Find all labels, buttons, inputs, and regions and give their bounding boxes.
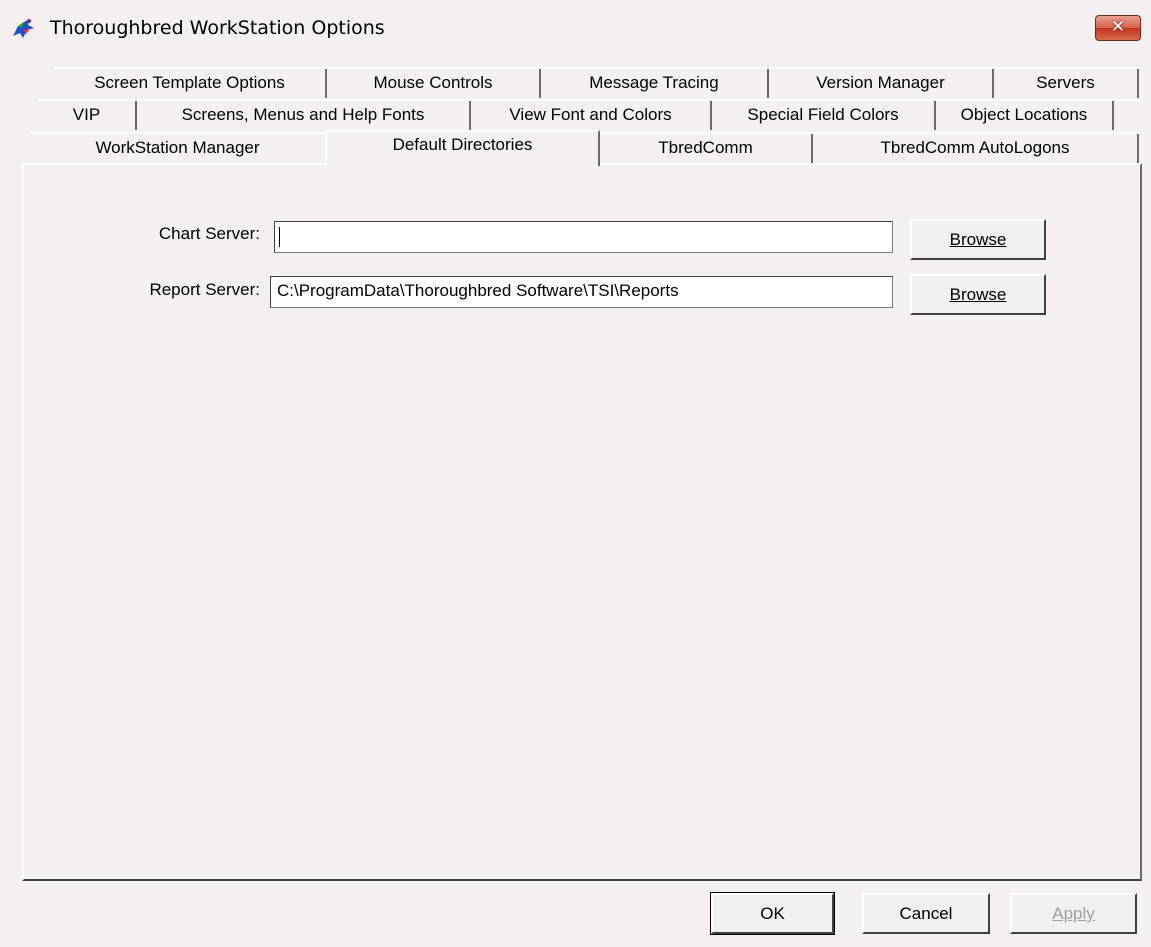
tab-special-field-colors[interactable]: Special Field Colors — [712, 100, 936, 130]
tab-label: TbredComm AutoLogons — [880, 138, 1070, 157]
browse-label: Browse — [949, 285, 1007, 304]
tab-servers[interactable]: Servers — [994, 68, 1139, 98]
tab-label: Screens, Menus and Help Fonts — [181, 105, 425, 124]
tab-message-tracing[interactable]: Message Tracing — [541, 68, 769, 98]
text-caret — [279, 226, 280, 247]
browse-label: Browse — [949, 230, 1007, 249]
cancel-button[interactable]: Cancel — [862, 893, 990, 934]
close-icon: ✕ — [1110, 17, 1126, 37]
chart-server-label: Chart Server: — [158, 224, 260, 243]
default-directories-panel — [22, 163, 1142, 881]
tab-label: Default Directories — [392, 135, 533, 154]
tab-label: Servers — [1036, 73, 1095, 92]
apply-button[interactable]: Apply — [1010, 893, 1137, 934]
tab-label: VIP — [72, 105, 101, 124]
tab-screens-menus-help-fonts[interactable]: Screens, Menus and Help Fonts — [137, 100, 471, 130]
tab-label: WorkStation Manager — [95, 138, 260, 157]
tab-screen-template-options[interactable]: Screen Template Options — [54, 68, 327, 98]
thoroughbred-app-icon — [13, 19, 34, 38]
tab-version-manager[interactable]: Version Manager — [769, 68, 994, 98]
cancel-label: Cancel — [899, 904, 953, 923]
tab-tbredcomm-autologons[interactable]: TbredComm AutoLogons — [813, 133, 1139, 163]
tab-workstation-manager[interactable]: WorkStation Manager — [30, 133, 327, 163]
options-dialog: Thoroughbred WorkStation Options ✕ Scree… — [0, 0, 1151, 947]
report-server-value: C:\ProgramData\Thoroughbred Software\TSI… — [277, 281, 679, 300]
tab-object-locations[interactable]: Object Locations — [936, 100, 1114, 130]
tab-label: Screen Template Options — [94, 73, 285, 92]
tab-label: Version Manager — [816, 73, 945, 92]
chart-server-input[interactable] — [274, 221, 893, 253]
apply-label: Apply — [1052, 904, 1095, 923]
tab-mouse-controls[interactable]: Mouse Controls — [327, 68, 541, 98]
report-server-label: Report Server: — [149, 280, 260, 299]
tab-label: TbredComm — [658, 138, 753, 157]
tab-view-font-and-colors[interactable]: View Font and Colors — [471, 100, 712, 130]
window-title: Thoroughbred WorkStation Options — [50, 17, 385, 39]
tab-tbredcomm[interactable]: TbredComm — [600, 133, 813, 163]
title-bar[interactable]: Thoroughbred WorkStation Options ✕ — [0, 0, 1151, 60]
close-button[interactable]: ✕ — [1095, 15, 1141, 41]
tab-row-border — [54, 67, 1139, 69]
tab-row-border — [30, 132, 325, 134]
tab-vip[interactable]: VIP — [38, 100, 137, 130]
report-server-input[interactable]: C:\ProgramData\Thoroughbred Software\TSI… — [270, 276, 893, 308]
tab-label: View Font and Colors — [509, 105, 672, 124]
ok-button[interactable]: OK — [710, 892, 835, 935]
tab-label: Object Locations — [960, 105, 1088, 124]
chart-server-browse-button[interactable]: Browse — [910, 219, 1046, 260]
tab-label: Message Tracing — [589, 73, 719, 92]
tab-default-directories[interactable]: Default Directories — [325, 130, 600, 166]
tab-label: Special Field Colors — [747, 105, 899, 124]
tab-label: Mouse Controls — [373, 73, 493, 92]
report-server-browse-button[interactable]: Browse — [910, 274, 1046, 315]
tab-row-border — [600, 132, 1139, 134]
ok-label: OK — [760, 904, 785, 923]
tab-row-border — [38, 99, 1139, 101]
